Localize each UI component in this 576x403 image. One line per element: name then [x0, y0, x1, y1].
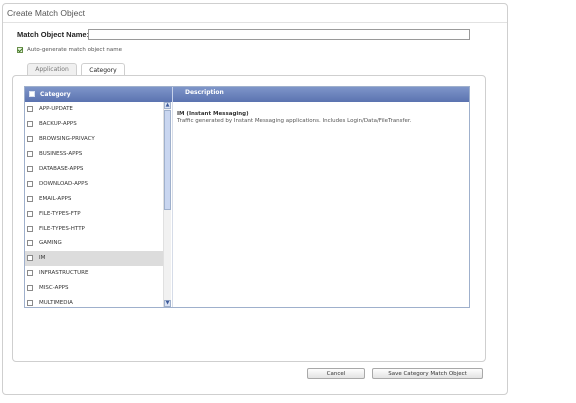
scroll-up-arrow-icon[interactable]: ▲: [164, 102, 171, 109]
list-item[interactable]: BROWSING-PRIVACY: [25, 132, 163, 147]
column-divider: [172, 102, 173, 307]
category-checkbox[interactable]: [27, 166, 33, 172]
scroll-thumb[interactable]: [164, 110, 171, 210]
category-label: MULTIMEDIA: [39, 300, 73, 307]
title-divider: [3, 22, 507, 23]
category-checkbox[interactable]: [27, 300, 33, 307]
auto-generate-row[interactable]: Auto-generate match object name: [17, 47, 122, 53]
category-label: DOWNLOAD-APPS: [39, 180, 88, 187]
category-checkbox[interactable]: [27, 270, 33, 277]
category-label: BACKUP-APPS: [39, 121, 77, 128]
category-label: INFRASTRUCTURE: [39, 270, 89, 277]
category-grid: Category Description APP-UPDATE BACKUP-AP…: [24, 86, 470, 308]
list-item[interactable]: BUSINESS-APPS: [25, 147, 163, 162]
category-checkbox[interactable]: [27, 195, 33, 202]
category-label: BUSINESS-APPS: [39, 151, 83, 158]
category-label: IM: [39, 255, 46, 262]
list-item[interactable]: BACKUP-APPS: [25, 117, 163, 132]
list-item[interactable]: DATABASE-APPS: [25, 162, 163, 177]
category-checkbox[interactable]: [27, 106, 33, 113]
category-checkbox[interactable]: [27, 225, 33, 232]
category-checkbox[interactable]: [27, 136, 33, 143]
category-label: FILE-TYPES-FTP: [39, 210, 81, 217]
description-title: IM (Instant Messaging): [177, 111, 249, 117]
category-scrollbar[interactable]: ▲ ▼: [163, 102, 171, 307]
save-category-match-object-button[interactable]: Save Category Match Object: [372, 368, 483, 379]
category-checkbox[interactable]: [27, 285, 33, 292]
cancel-button[interactable]: Cancel: [307, 368, 365, 379]
category-checkbox[interactable]: [27, 121, 33, 128]
category-label: GAMING: [39, 240, 62, 247]
auto-generate-checkbox[interactable]: [17, 47, 23, 53]
category-checkbox[interactable]: [27, 151, 33, 158]
list-item[interactable]: INFRASTRUCTURE: [25, 266, 163, 281]
list-item[interactable]: APP-UPDATE: [25, 102, 163, 117]
match-object-name-label: Match Object Name:: [17, 30, 90, 39]
auto-generate-label: Auto-generate match object name: [27, 47, 122, 53]
grid-header: Category Description: [25, 87, 469, 102]
list-item[interactable]: GAMING: [25, 236, 163, 251]
tab-application[interactable]: Application: [27, 63, 77, 75]
list-item[interactable]: FILE-TYPES-FTP: [25, 206, 163, 221]
header-divider: [172, 87, 173, 102]
category-checkbox[interactable]: [27, 210, 33, 217]
list-item[interactable]: MISC-APPS: [25, 281, 163, 296]
description-text: Traffic generated by Instant Messaging a…: [177, 118, 412, 124]
category-label: FILE-TYPES-HTTP: [39, 225, 85, 232]
category-checkbox[interactable]: [27, 180, 33, 187]
category-label: BROWSING-PRIVACY: [39, 136, 95, 143]
category-label: DATABASE-APPS: [39, 166, 84, 172]
category-checkbox[interactable]: [27, 240, 33, 247]
category-label: EMAIL-APPS: [39, 195, 72, 202]
list-item[interactable]: IM: [25, 250, 163, 266]
list-item[interactable]: FILE-TYPES-HTTP: [25, 221, 163, 236]
category-checkbox[interactable]: [27, 255, 33, 262]
category-column-header[interactable]: Category: [40, 91, 71, 98]
description-column-header: Description: [185, 89, 224, 96]
category-label: MISC-APPS: [39, 285, 69, 292]
match-object-name-input[interactable]: [88, 29, 470, 40]
category-label: APP-UPDATE: [39, 106, 73, 113]
category-list: APP-UPDATE BACKUP-APPS BROWSING-PRIVACY BUS…: [25, 102, 163, 307]
scroll-down-arrow-icon[interactable]: ▼: [164, 300, 171, 307]
select-all-checkbox[interactable]: [29, 91, 35, 97]
dialog-title: Create Match Object: [7, 8, 85, 18]
list-item[interactable]: DOWNLOAD-APPS: [25, 176, 163, 191]
list-item[interactable]: MULTIMEDIA: [25, 296, 163, 307]
list-item[interactable]: EMAIL-APPS: [25, 191, 163, 206]
